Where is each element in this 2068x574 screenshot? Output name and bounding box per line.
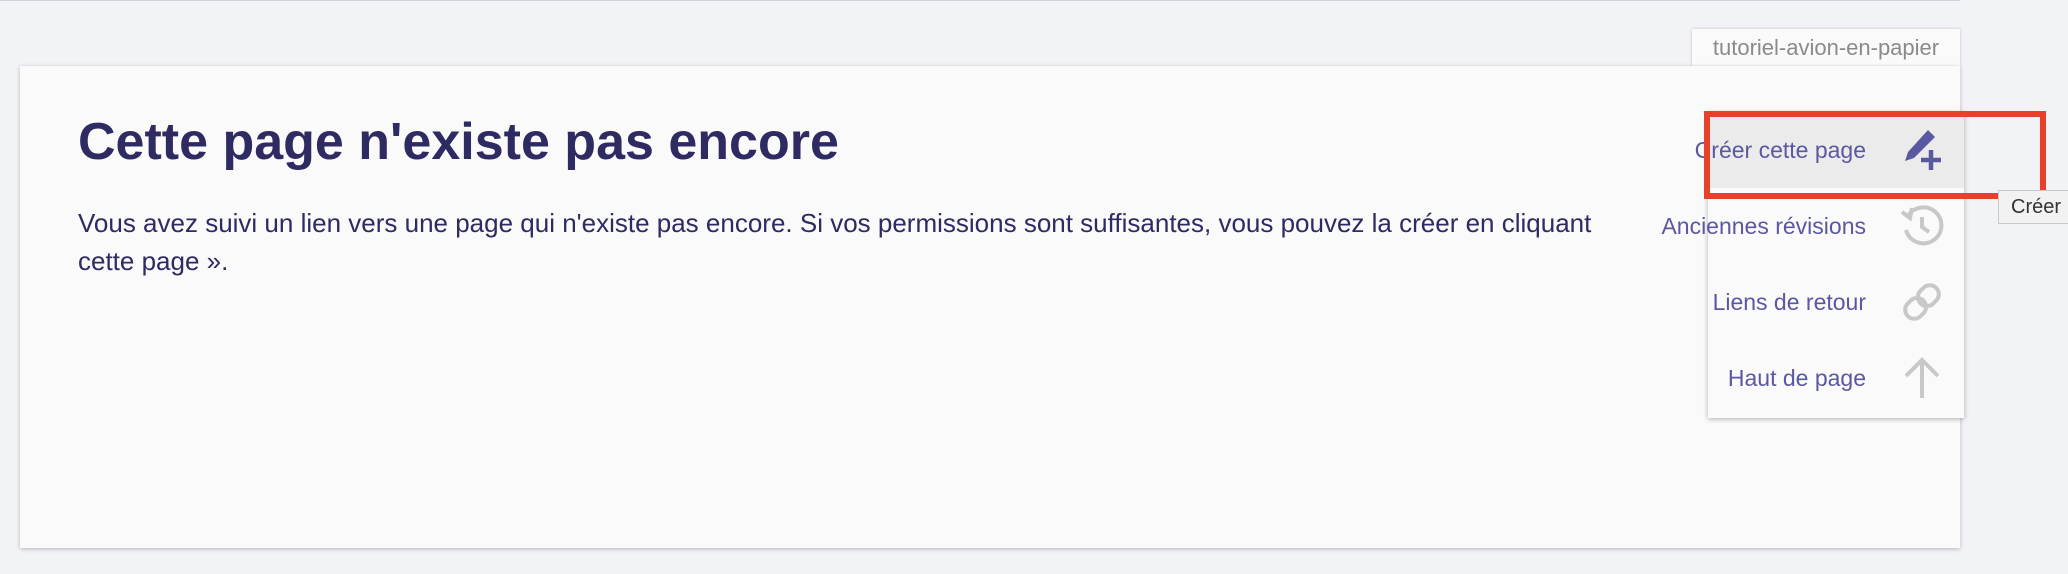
backlinks-label: Liens de retour bbox=[1712, 288, 1866, 315]
top-divider bbox=[0, 0, 1960, 1]
arrow-up-icon bbox=[1898, 354, 1946, 402]
page-message-line1: Vous avez suivi un lien vers une page qu… bbox=[78, 208, 1592, 238]
backlinks-button[interactable]: Liens de retour bbox=[1708, 264, 1964, 340]
content-area: Cette page n'existe pas encore Vous avez… bbox=[20, 66, 1960, 548]
old-revisions-button[interactable]: Anciennes révisions bbox=[1661, 188, 1964, 264]
tooltip: Créer bbox=[1998, 190, 2068, 224]
page-title: Cette page n'existe pas encore bbox=[78, 113, 839, 171]
highlight-box bbox=[1704, 111, 2046, 199]
page-message-line2: cette page ». bbox=[78, 246, 229, 276]
history-icon bbox=[1898, 202, 1946, 250]
page-message: Vous avez suivi un lien vers une page qu… bbox=[78, 204, 1708, 280]
back-to-top-button[interactable]: Haut de page bbox=[1708, 340, 1964, 416]
page-id-label: tutoriel-avion-en-papier bbox=[1692, 29, 1960, 67]
link-icon bbox=[1898, 278, 1946, 326]
back-to-top-label: Haut de page bbox=[1727, 364, 1866, 391]
old-revisions-label: Anciennes révisions bbox=[1661, 212, 1866, 239]
